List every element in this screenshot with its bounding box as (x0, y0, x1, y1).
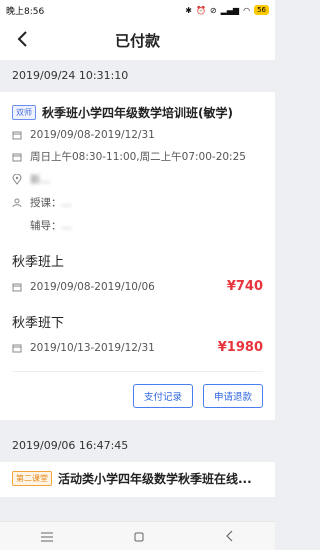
section-name: 秋季班上 (12, 255, 65, 270)
course-title-row: 双师 秋季班小学四年级数学培训班(敏学) (12, 92, 263, 121)
teacher-name: ... (61, 196, 72, 209)
system-back-button[interactable] (226, 527, 234, 546)
section-price-row: 2019/10/13-2019/12/31 ¥1980 (12, 340, 263, 355)
page-title: 已付款 (114, 31, 160, 50)
home-square-icon (134, 532, 144, 541)
signal-icon: ▂▄▆ (220, 5, 240, 15)
course-title: 秋季班小学四年级数学培训班(敏学) (42, 106, 233, 120)
person-icon (12, 198, 26, 208)
order-datetime: 2019/09/06 16:47:45 (0, 430, 275, 462)
assistant-row: 辅导： ... (12, 218, 263, 233)
course-date-range: 2019/09/08-2019/12/31 (30, 129, 155, 141)
section-name: 秋季班下 (12, 316, 65, 331)
alarm-icon: ⏰ (195, 5, 206, 15)
location-pin-icon (12, 174, 26, 185)
wifi-icon: ◠ (243, 5, 251, 15)
card-gap (0, 420, 275, 430)
section-price-row: 2019/09/08-2019/10/06 ¥740 (12, 279, 263, 294)
bluetooth-icon: ✱ (185, 5, 192, 15)
order-card[interactable]: 第二课堂 活动类小学四年级数学秋季班在线... (0, 462, 275, 497)
order-actions: 支付记录 申请退款 (12, 372, 263, 420)
calendar-icon (12, 282, 26, 292)
chevron-left-icon (226, 530, 233, 541)
course-title: 活动类小学四年级数学秋季班在线... (58, 472, 252, 486)
back-button[interactable] (12, 29, 32, 49)
payment-records-button[interactable]: 支付记录 (132, 384, 193, 408)
chevron-left-icon (17, 31, 27, 47)
teacher-row: 授课： ... (12, 195, 263, 210)
refund-button[interactable]: 申请退款 (202, 384, 263, 408)
teacher-label: 授课： (30, 197, 62, 209)
status-icons: ✱ ⏰ ⊘ ▂▄▆ ◠ 56 (185, 5, 269, 15)
status-bar: 晚上8:56 ✱ ⏰ ⊘ ▂▄▆ ◠ 56 (0, 0, 275, 20)
nav-bar: 已付款 (0, 20, 275, 60)
calendar-icon (12, 343, 26, 353)
section-price: ¥740 (226, 279, 263, 294)
section-date-range: 2019/09/08-2019/10/06 (30, 280, 155, 293)
section-date-range: 2019/10/13-2019/12/31 (30, 341, 155, 354)
order-card[interactable]: 双师 秋季班小学四年级数学培训班(敏学) 2019/09/08-2019/12/… (0, 92, 275, 420)
menu-button[interactable] (40, 527, 53, 546)
home-button[interactable] (134, 527, 144, 546)
course-location-row: 新... (12, 172, 263, 187)
assistant-label: 辅导： (30, 220, 62, 232)
course-tag: 第二课堂 (12, 471, 52, 486)
assistant-name: ... (61, 219, 72, 232)
course-tag: 双师 (12, 105, 36, 120)
course-schedule: 周日上午08:30-11:00,周二上午07:00-20:25 (30, 151, 246, 163)
section-price: ¥1980 (217, 340, 263, 355)
status-time: 晚上8:56 (6, 6, 45, 17)
system-nav-bar (0, 521, 275, 550)
silent-icon: ⊘ (209, 5, 217, 15)
course-title-row: 第二课堂 活动类小学四年级数学秋季班在线... (12, 462, 263, 487)
calendar-icon (12, 130, 26, 140)
course-schedule-row: 周日上午08:30-11:00,周二上午07:00-20:25 (12, 149, 263, 164)
menu-icon (40, 532, 53, 541)
battery-icon: 56 (254, 5, 269, 15)
order-datetime: 2019/09/24 10:31:10 (0, 60, 275, 92)
course-date-row: 2019/09/08-2019/12/31 (12, 129, 263, 141)
course-location: 新... (30, 174, 51, 186)
calendar-icon (12, 152, 26, 162)
